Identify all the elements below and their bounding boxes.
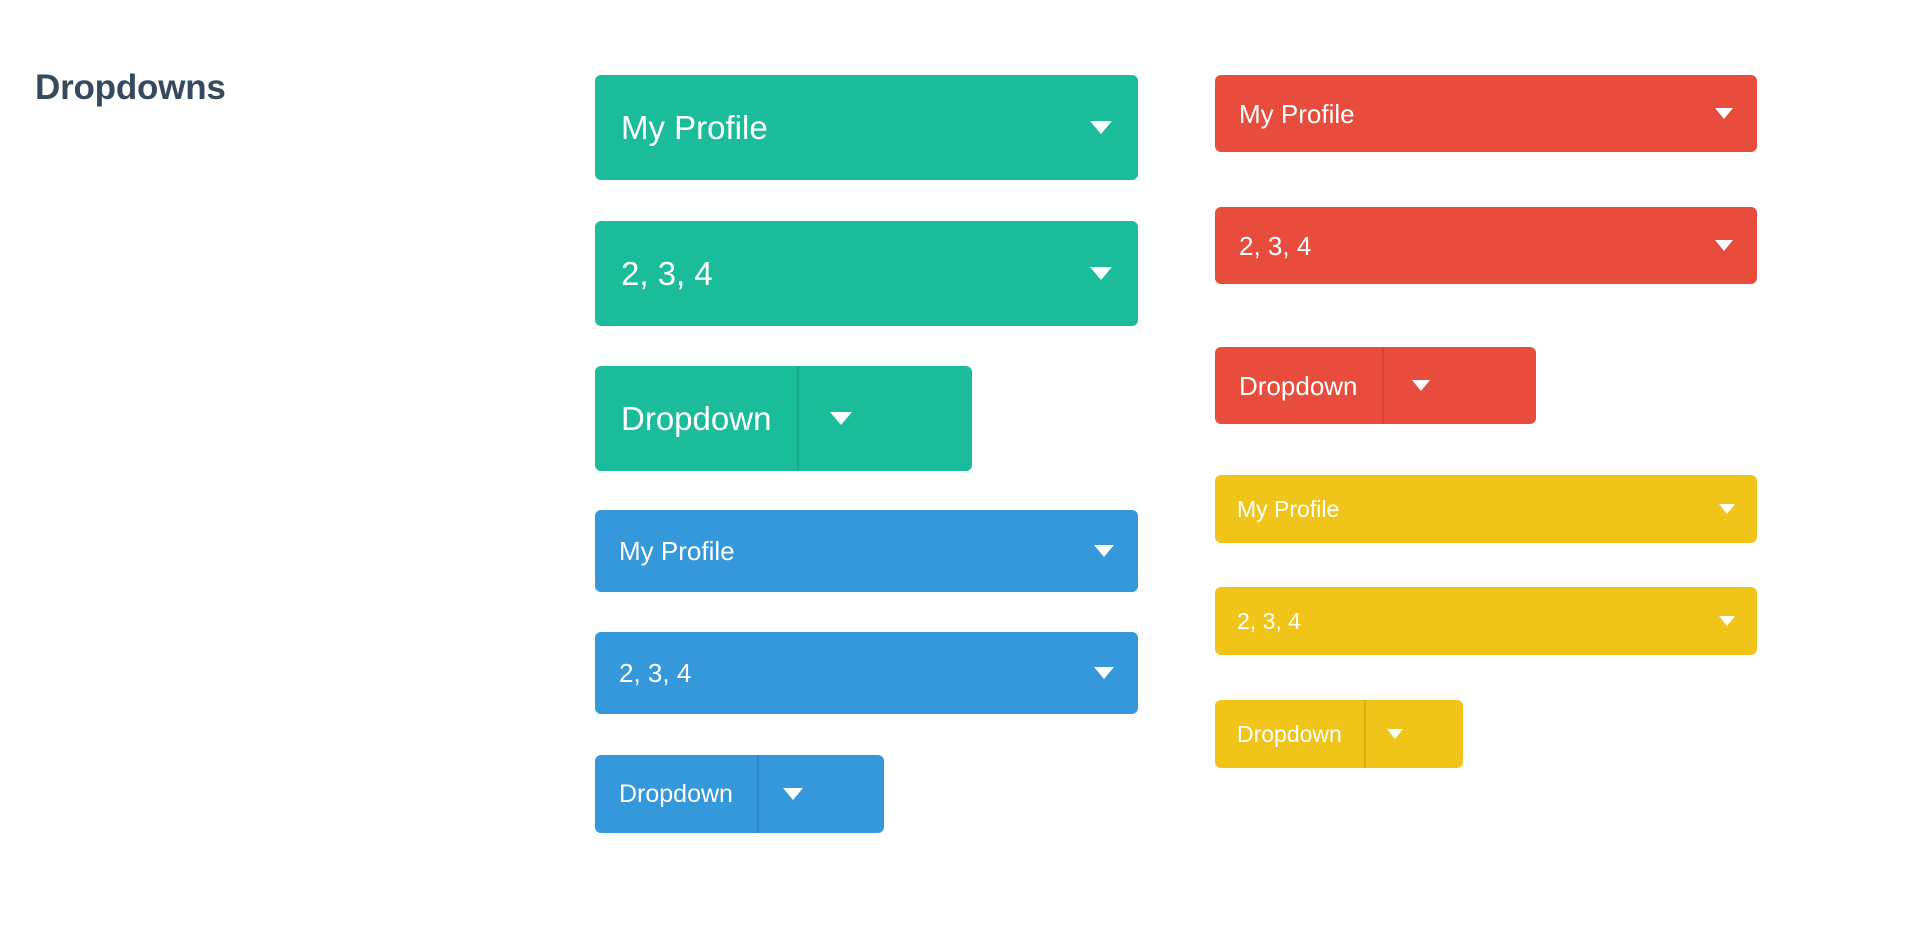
caret-wrap (1090, 121, 1112, 134)
chevron-down-icon[interactable] (1719, 616, 1735, 626)
dropdown-red-numbers[interactable]: 2, 3, 4 (1215, 207, 1757, 284)
caret-wrap (1715, 240, 1733, 251)
chevron-down-icon[interactable] (1715, 108, 1733, 119)
dropdown-split-main-button[interactable]: Dropdown (595, 755, 757, 833)
caret-wrap (1094, 667, 1114, 679)
caret-wrap (1090, 267, 1112, 280)
dropdown-green-numbers[interactable]: 2, 3, 4 (595, 221, 1138, 326)
dropdown-blue-numbers[interactable]: 2, 3, 4 (595, 632, 1138, 714)
dropdown-label: 2, 3, 4 (621, 255, 713, 292)
chevron-down-icon[interactable] (1094, 667, 1114, 679)
chevron-down-icon[interactable] (1090, 267, 1112, 280)
dropdown-red-split[interactable]: Dropdown (1215, 347, 1536, 424)
caret-wrap (1715, 108, 1733, 119)
dropdown-green-split[interactable]: Dropdown (595, 366, 972, 471)
dropdown-split-toggle[interactable] (1363, 700, 1426, 768)
dropdown-yellow-my-profile[interactable]: My Profile (1215, 475, 1757, 543)
dropdown-split-main-button[interactable]: Dropdown (1215, 347, 1382, 424)
dropdown-red-my-profile[interactable]: My Profile (1215, 75, 1757, 152)
dropdown-yellow-numbers[interactable]: 2, 3, 4 (1215, 587, 1757, 655)
dropdown-label: Dropdown (619, 779, 733, 808)
dropdown-yellow-split[interactable]: Dropdown (1215, 700, 1463, 768)
dropdown-blue-split[interactable]: Dropdown (595, 755, 884, 833)
dropdown-green-my-profile[interactable]: My Profile (595, 75, 1138, 180)
chevron-down-icon[interactable] (1719, 504, 1735, 514)
chevron-down-icon[interactable] (1090, 121, 1112, 134)
dropdown-split-toggle[interactable] (797, 366, 885, 471)
caret-wrap (1094, 545, 1114, 557)
caret-wrap (1719, 504, 1735, 514)
dropdown-label: Dropdown (1237, 720, 1342, 747)
page-title: Dropdowns (35, 68, 226, 107)
chevron-down-icon[interactable] (1411, 380, 1430, 391)
dropdown-label: 2, 3, 4 (1237, 607, 1301, 634)
chevron-down-icon[interactable] (1715, 240, 1733, 251)
chevron-down-icon[interactable] (1386, 729, 1403, 739)
dropdown-split-main-button[interactable]: Dropdown (595, 366, 797, 471)
dropdown-label: 2, 3, 4 (619, 658, 692, 688)
caret-wrap (1719, 616, 1735, 626)
chevron-down-icon[interactable] (1094, 545, 1114, 557)
dropdown-split-toggle[interactable] (1381, 347, 1460, 424)
dropdown-blue-my-profile[interactable]: My Profile (595, 510, 1138, 592)
dropdown-label: Dropdown (1239, 370, 1358, 401)
chevron-down-icon[interactable] (783, 788, 804, 800)
dropdown-label: Dropdown (621, 400, 772, 437)
dropdown-label: My Profile (621, 109, 768, 146)
dropdown-label: 2, 3, 4 (1239, 230, 1312, 261)
dropdown-label: My Profile (1237, 495, 1340, 522)
chevron-down-icon[interactable] (830, 412, 853, 425)
dropdown-label: My Profile (1239, 98, 1355, 129)
dropdown-label: My Profile (619, 536, 735, 566)
dropdown-split-toggle[interactable] (756, 755, 830, 833)
dropdown-split-main-button[interactable]: Dropdown (1215, 700, 1364, 768)
